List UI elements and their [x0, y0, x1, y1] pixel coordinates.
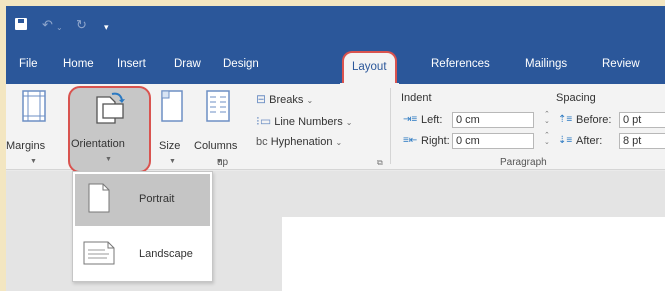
indent-right-field[interactable]: 0 cm: [452, 133, 534, 149]
orientation-label: Orientation: [71, 138, 125, 150]
size-caret-icon: ▼: [169, 158, 176, 165]
orientation-button[interactable]: Orientation ▼: [68, 88, 151, 172]
spacing-title: Spacing: [556, 92, 596, 104]
margins-button[interactable]: Margins ▼: [6, 88, 62, 168]
columns-button[interactable]: Columns ▼: [192, 88, 244, 168]
line-numbers-button[interactable]: ⁝▭ Line Numbers ⌄: [256, 114, 352, 128]
indent-title: Indent: [401, 92, 432, 104]
size-label: Size: [159, 140, 181, 152]
spacing-before-field[interactable]: 0 pt: [619, 112, 665, 128]
orientation-caret-icon: ▼: [105, 156, 112, 163]
spacing-after-icon: ⇣≡: [558, 135, 573, 146]
line-numbers-label: Line Numbers: [274, 116, 343, 128]
margins-label: Margins: [6, 140, 46, 152]
breaks-caret-icon: ⌄: [306, 96, 314, 105]
hyphenation-caret-icon: ⌄: [335, 138, 343, 147]
spacing-after-field[interactable]: 8 pt: [619, 133, 665, 149]
page-setup-launcher-icon[interactable]: ⧉: [377, 158, 383, 168]
tab-design[interactable]: Design: [223, 58, 259, 70]
margins-icon: [22, 90, 46, 122]
ribbon-tabs: File Home Insert Draw Design Layout Refe…: [6, 48, 665, 86]
orientation-icon: [96, 92, 125, 124]
landscape-label: Landscape: [139, 248, 193, 260]
size-button[interactable]: Size ▼: [154, 88, 188, 168]
portrait-icon: [88, 183, 110, 213]
orientation-menu: Portrait Landscape: [72, 171, 213, 282]
spacing-before-label: Before:: [576, 114, 612, 126]
indent-right-spinner-icon[interactable]: ⌃ ⌄: [544, 132, 550, 146]
columns-label: Columns: [194, 140, 238, 152]
tab-home[interactable]: Home: [63, 58, 94, 70]
hyphenation-label: Hyphenation: [270, 136, 333, 148]
tab-references[interactable]: References: [431, 58, 490, 70]
tab-layout[interactable]: Layout: [340, 51, 399, 86]
indent-left-field[interactable]: 0 cm: [452, 112, 534, 128]
line-numbers-icon: ⁝▭: [256, 114, 272, 128]
undo-icon[interactable]: ↶: [42, 18, 53, 32]
redo-icon[interactable]: ↻: [76, 18, 87, 32]
paragraph-group-label: Paragraph: [500, 157, 547, 168]
hyphenation-button[interactable]: bc Hyphenation ⌄: [256, 136, 342, 148]
tab-draw[interactable]: Draw: [174, 58, 201, 70]
landscape-icon: [83, 241, 115, 265]
tab-mailings[interactable]: Mailings: [525, 58, 567, 70]
columns-icon: [206, 90, 230, 122]
spacing-before-icon: ⇡≡: [558, 114, 573, 125]
size-icon: [161, 90, 183, 122]
indent-left-icon: ⇥≡: [403, 114, 418, 125]
hyphenation-icon: bc: [256, 136, 268, 148]
tab-review[interactable]: Review: [602, 58, 640, 70]
word-window: ↶ ⌄ ↻ ▾ File Home Insert Draw Design Lay…: [6, 6, 665, 291]
document-page[interactable]: [282, 217, 665, 291]
breaks-icon: ⊟: [256, 92, 267, 106]
breaks-button[interactable]: ⊟ Breaks ⌄: [256, 92, 313, 106]
page-setup-group-label: up: [217, 157, 229, 168]
save-icon[interactable]: [15, 18, 27, 30]
tab-insert[interactable]: Insert: [117, 58, 146, 70]
undo-dropdown-icon[interactable]: ⌄: [56, 21, 63, 35]
group-separator: [390, 88, 391, 164]
indent-right-label: Right:: [421, 135, 450, 147]
menu-item-landscape[interactable]: Landscape: [75, 229, 210, 281]
quick-access-toolbar: ↶ ⌄ ↻ ▾: [6, 6, 665, 48]
tab-file[interactable]: File: [19, 58, 38, 70]
line-numbers-caret-icon: ⌄: [345, 118, 353, 127]
customize-icon[interactable]: ▾: [104, 20, 109, 34]
indent-left-label: Left:: [421, 114, 443, 126]
breaks-label: Breaks: [269, 94, 304, 106]
margins-caret-icon: ▼: [30, 158, 37, 165]
indent-left-spinner-icon[interactable]: ⌃ ⌄: [544, 111, 550, 125]
indent-right-icon: ≡⇤: [403, 135, 418, 146]
spacing-after-label: After:: [576, 135, 603, 147]
menu-item-portrait[interactable]: Portrait: [75, 174, 210, 226]
portrait-label: Portrait: [139, 193, 175, 205]
